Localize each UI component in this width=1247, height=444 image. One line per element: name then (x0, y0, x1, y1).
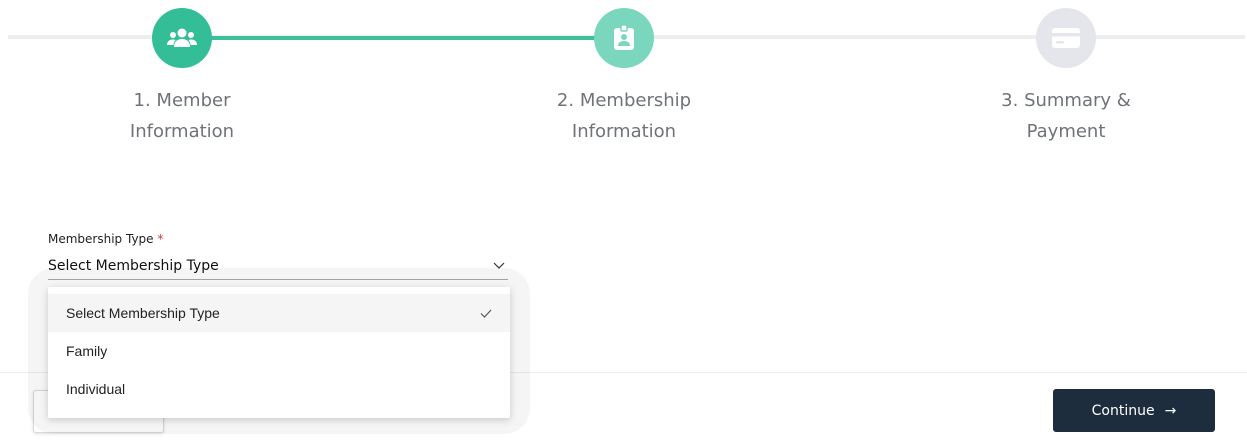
option-label: Select Membership Type (66, 305, 220, 321)
field-label-text: Membership Type (48, 232, 154, 246)
id-badge-icon (614, 25, 634, 50)
checkmark-icon (480, 306, 492, 321)
step-circle-1 (152, 8, 212, 68)
arrow-right-icon: → (1164, 402, 1177, 419)
dropdown-option-family[interactable]: Family (48, 332, 510, 370)
step-subtitle: Information (571, 121, 677, 142)
required-marker: * (157, 232, 164, 246)
dropdown-option-individual[interactable]: Individual (48, 370, 510, 408)
continue-button[interactable]: Continue → (1053, 389, 1215, 432)
step-title: 1. Member (133, 90, 231, 111)
step-label-1: 1. Member Information (82, 85, 282, 147)
step-member-information: 1. Member Information (82, 0, 282, 147)
continue-button-label: Continue (1091, 402, 1155, 419)
step-subtitle: Payment (1026, 121, 1106, 142)
option-label: Individual (66, 381, 126, 397)
step-title: 3. Summary & (1001, 90, 1131, 111)
step-label-3: 3. Summary & Payment (966, 85, 1166, 147)
step-title: 2. Membership (556, 90, 692, 111)
option-label: Family (66, 343, 108, 359)
step-subtitle: Information (129, 121, 235, 142)
step-circle-2 (594, 8, 654, 68)
step-summary-payment: 3. Summary & Payment (966, 0, 1166, 147)
users-icon (167, 28, 197, 47)
step-label-2: 2. Membership Information (524, 85, 724, 147)
step-membership-information: 2. Membership Information (524, 0, 724, 147)
membership-type-dropdown: Select Membership Type Family Individual (48, 287, 510, 418)
step-circle-3 (1036, 8, 1096, 68)
dropdown-option-select-membership-type[interactable]: Select Membership Type (48, 294, 510, 332)
membership-type-label: Membership Type * (48, 232, 163, 246)
credit-card-icon (1052, 28, 1080, 48)
